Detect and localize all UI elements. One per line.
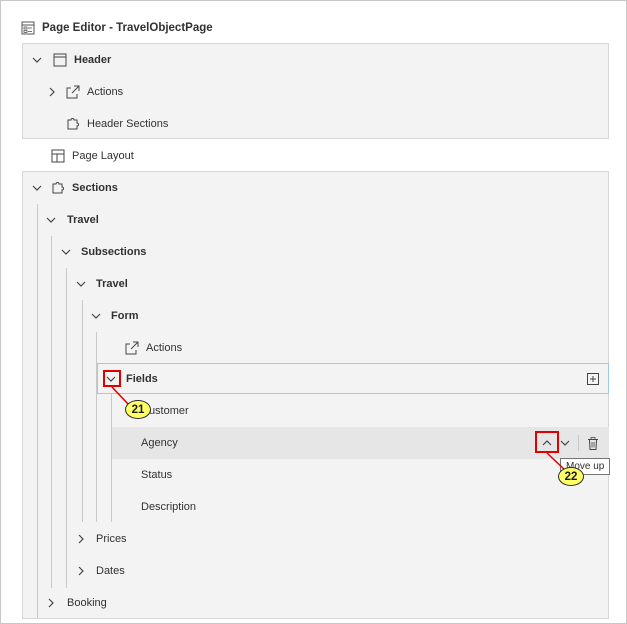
page-editor-title: Page Editor - TravelObjectPage [20, 19, 213, 37]
header-icon [52, 52, 68, 68]
chevron-down-icon[interactable] [30, 181, 44, 195]
tree-item-booking[interactable]: Booking [44, 587, 107, 619]
tree-item-header-sections[interactable]: Header Sections [65, 108, 168, 140]
move-down-button[interactable] [557, 435, 573, 451]
tree-item-label: Travel [67, 214, 99, 226]
tree-item-prices[interactable]: Prices [74, 523, 127, 555]
tree-item-label: Header Sections [87, 118, 169, 130]
tree-guide-line [51, 236, 52, 588]
tree-item-header[interactable]: Header [30, 44, 111, 76]
tree-item-label: Header [74, 54, 112, 66]
tree-item-travel-section[interactable]: Travel [44, 204, 99, 236]
tree-item-label: Booking [67, 597, 107, 609]
delete-icon[interactable] [585, 435, 601, 451]
chevron-right-icon[interactable] [44, 596, 58, 610]
tree-guide-line [96, 332, 97, 522]
field-item-description[interactable]: Description [141, 491, 196, 523]
button-separator [578, 435, 579, 451]
tree-item-page-layout[interactable]: Page Layout [50, 140, 134, 172]
page-editor-icon [20, 20, 36, 36]
chevron-right-icon[interactable] [74, 564, 88, 578]
layout-icon [50, 148, 66, 164]
tree-item-label: Actions [146, 342, 183, 354]
tree-guide-line [82, 300, 83, 522]
field-item-label: Description [141, 501, 197, 513]
tree-item-dates[interactable]: Dates [74, 555, 125, 587]
chevron-right-icon[interactable] [45, 85, 59, 99]
chevron-down-icon[interactable] [30, 53, 44, 67]
tree-guide-line [66, 268, 67, 588]
tree-item-label: Fields [126, 373, 158, 385]
field-item-status[interactable]: Status [141, 459, 172, 491]
annotation-box-fields-chevron [103, 370, 121, 387]
chevron-down-icon[interactable] [74, 277, 88, 291]
chevron-right-icon[interactable] [74, 532, 88, 546]
tree-item-fields-selected[interactable] [97, 363, 609, 394]
tree-item-header-actions[interactable]: Actions [45, 76, 123, 108]
callout-badge: 21 [125, 400, 151, 419]
add-field-button[interactable] [585, 371, 601, 387]
tree-item-label: Prices [96, 533, 127, 545]
annotation-box-move-up [535, 431, 559, 453]
tree-item-sections[interactable]: Sections [30, 172, 118, 204]
puzzle-icon [50, 180, 66, 196]
tree-item-label: Dates [96, 565, 125, 577]
puzzle-icon [65, 116, 81, 132]
page-title: Page Editor - TravelObjectPage [42, 22, 213, 34]
field-item-label: Agency [141, 437, 178, 449]
tree-item-subsections[interactable]: Subsections [59, 236, 146, 268]
tree-item-label: Form [111, 310, 139, 322]
chevron-down-icon[interactable] [44, 213, 58, 227]
tree-item-label: Sections [72, 182, 118, 194]
tree-item-label: Subsections [81, 246, 147, 258]
field-item-label: Status [141, 469, 173, 481]
chevron-down-icon[interactable] [89, 309, 103, 323]
tree-item-label: Page Layout [72, 150, 134, 162]
callout-badge: 22 [558, 467, 584, 486]
external-link-icon [124, 340, 140, 356]
tree-guide-line [37, 204, 38, 618]
tree-item-label: Actions [87, 86, 124, 98]
chevron-down-icon[interactable] [59, 245, 73, 259]
tree-item-form-actions[interactable]: Actions [124, 332, 182, 364]
tree-item-travel-subsection[interactable]: Travel [74, 268, 128, 300]
tree-item-label: Travel [96, 278, 128, 290]
external-link-icon [65, 84, 81, 100]
tree-item-form[interactable]: Form [89, 300, 139, 332]
field-item-agency[interactable]: Agency [141, 427, 178, 459]
